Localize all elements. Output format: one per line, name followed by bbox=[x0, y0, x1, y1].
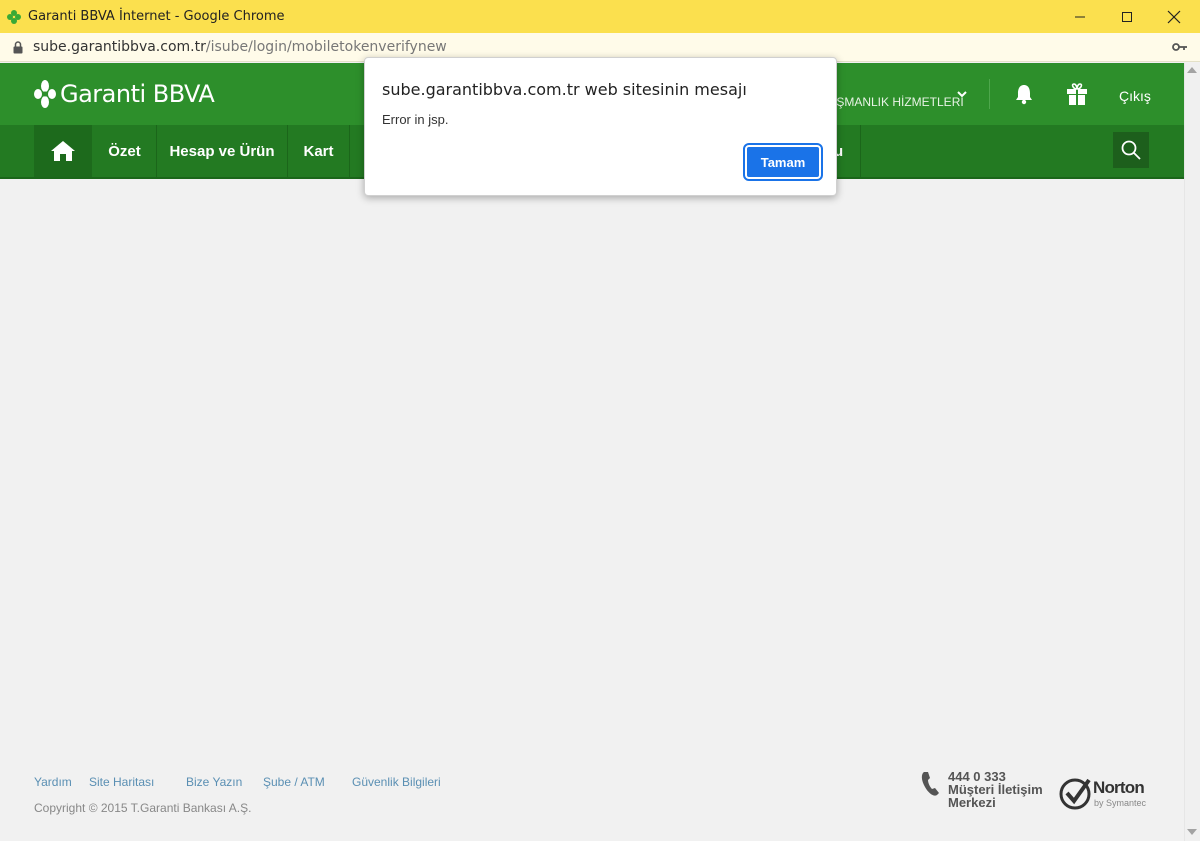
nav-home[interactable] bbox=[34, 125, 92, 177]
phone-icon bbox=[921, 772, 939, 796]
home-icon bbox=[51, 141, 75, 161]
garanti-clover-icon bbox=[7, 9, 21, 24]
vertical-scrollbar[interactable] bbox=[1184, 63, 1200, 841]
footer-link-bize-yazin[interactable]: Bize Yazın bbox=[186, 775, 242, 789]
logo-text: Garanti BBVA bbox=[60, 80, 215, 108]
norton-wordmark: Norton bbox=[1093, 778, 1145, 797]
alert-dialog: sube.garantibbva.com.tr web sitesinin me… bbox=[364, 57, 837, 196]
norton-subtitle: by Symantec bbox=[1094, 798, 1147, 808]
advisory-menu[interactable]: IŞMANLIK HİZMETLERİ bbox=[833, 95, 964, 109]
nav-item-kart[interactable]: Kart bbox=[288, 125, 350, 177]
gift-icon[interactable] bbox=[1066, 82, 1088, 106]
ok-button[interactable]: Tamam bbox=[743, 143, 823, 181]
footer-link-site-haritasi[interactable]: Site Haritası bbox=[89, 775, 154, 789]
norton-badge: Norton by Symantec bbox=[1059, 776, 1146, 815]
nav-item-hesap-ve-urun[interactable]: Hesap ve Ürün bbox=[157, 125, 288, 177]
lock-icon bbox=[13, 40, 23, 53]
close-icon[interactable] bbox=[1151, 0, 1197, 33]
url-text[interactable]: sube.garantibbva.com.tr/isube/login/mobi… bbox=[33, 39, 447, 55]
search-icon bbox=[1121, 140, 1141, 160]
copyright-text: Copyright © 2015 T.Garanti Bankası A.Ş. bbox=[34, 801, 252, 815]
bell-icon[interactable] bbox=[1013, 83, 1035, 105]
search-button[interactable] bbox=[1113, 132, 1149, 168]
footer-link-sube-atm[interactable]: Şube / ATM bbox=[263, 775, 325, 789]
minimize-icon[interactable] bbox=[1057, 0, 1103, 33]
maximize-icon[interactable] bbox=[1104, 0, 1150, 33]
nav-item-ozet[interactable]: Özet bbox=[93, 125, 157, 177]
dialog-message: Error in jsp. bbox=[382, 112, 449, 127]
garanti-logo[interactable]: Garanti BBVA bbox=[34, 80, 215, 108]
scroll-down-icon[interactable] bbox=[1186, 828, 1198, 836]
call-line-2: Merkezi bbox=[948, 795, 996, 810]
key-icon[interactable] bbox=[1172, 41, 1188, 53]
footer-link-guvenlik-bilgileri[interactable]: Güvenlik Bilgileri bbox=[352, 775, 441, 789]
dialog-title: sube.garantibbva.com.tr web sitesinin me… bbox=[382, 80, 747, 99]
call-center-badge: 444 0 333 Müşteri İletişim Merkezi bbox=[920, 770, 1043, 809]
clover-logo-icon bbox=[34, 80, 56, 108]
window-title: Garanti BBVA İnternet - Google Chrome bbox=[28, 9, 285, 24]
logout-link[interactable]: Çıkış bbox=[1119, 88, 1151, 104]
chevron-down-icon[interactable] bbox=[957, 90, 967, 98]
window-title-bar: Garanti BBVA İnternet - Google Chrome bbox=[0, 0, 1200, 33]
url-path: /isube/login/mobiletokenverifynew bbox=[205, 39, 447, 55]
scroll-up-icon[interactable] bbox=[1186, 66, 1198, 74]
norton-check-icon bbox=[1059, 778, 1091, 810]
footer-link-yardim[interactable]: Yardım bbox=[34, 775, 72, 789]
url-host: sube.garantibbva.com.tr bbox=[33, 39, 206, 55]
header-divider bbox=[989, 79, 990, 109]
